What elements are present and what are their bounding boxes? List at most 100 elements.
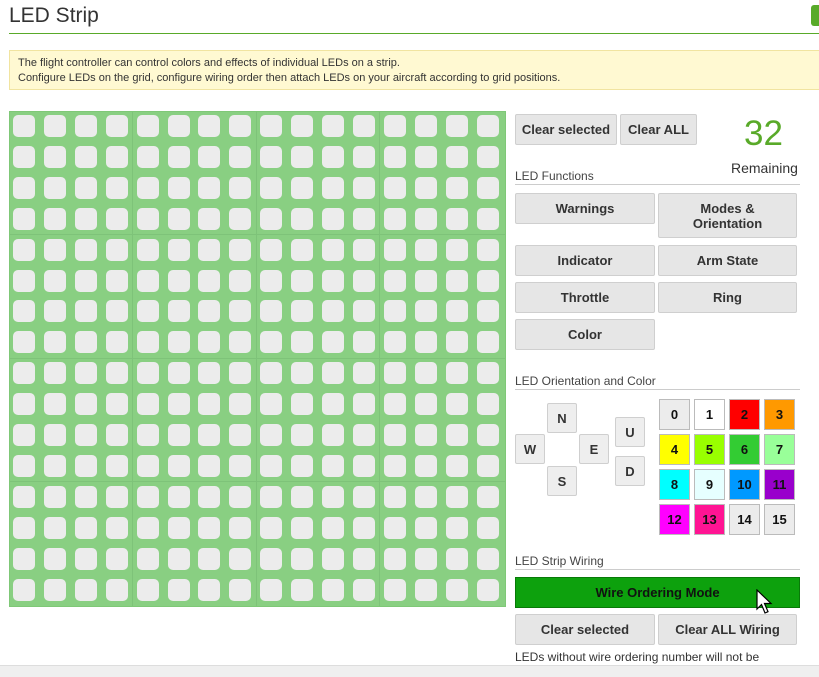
led-cell[interactable] <box>352 238 375 261</box>
led-cell[interactable] <box>13 145 35 168</box>
led-cell[interactable] <box>414 547 437 570</box>
led-cell[interactable] <box>43 115 66 137</box>
color-swatch-13[interactable]: 13 <box>694 504 725 535</box>
led-cell[interactable] <box>383 145 406 168</box>
led-cell[interactable] <box>476 207 499 230</box>
led-cell[interactable] <box>167 485 190 508</box>
led-cell[interactable] <box>291 362 314 385</box>
led-cell[interactable] <box>445 424 468 446</box>
led-cell[interactable] <box>229 300 252 323</box>
clear-all-button[interactable]: Clear ALL <box>620 114 697 145</box>
direction-north-button[interactable]: N <box>547 403 577 433</box>
led-cell[interactable] <box>167 176 190 199</box>
led-cell[interactable] <box>167 362 190 385</box>
led-cell[interactable] <box>476 269 499 292</box>
led-cell[interactable] <box>167 115 190 137</box>
led-cell[interactable] <box>414 269 437 292</box>
led-cell[interactable] <box>74 176 97 199</box>
led-cell[interactable] <box>414 331 437 354</box>
led-cell[interactable] <box>352 578 375 601</box>
direction-up-button[interactable]: U <box>615 417 645 447</box>
led-cell[interactable] <box>260 176 283 199</box>
color-swatch-1[interactable]: 1 <box>694 399 725 430</box>
led-cell[interactable] <box>352 145 375 168</box>
led-cell[interactable] <box>383 485 406 508</box>
led-cell[interactable] <box>43 362 66 385</box>
led-cell[interactable] <box>322 362 344 385</box>
led-cell[interactable] <box>229 238 252 261</box>
led-cell[interactable] <box>414 424 437 446</box>
led-cell[interactable] <box>352 115 375 137</box>
led-cell[interactable] <box>105 176 128 199</box>
led-cell[interactable] <box>352 362 375 385</box>
led-cell[interactable] <box>445 238 468 261</box>
led-cell[interactable] <box>352 424 375 446</box>
led-cell[interactable] <box>322 176 344 199</box>
led-cell[interactable] <box>476 362 499 385</box>
led-cell[interactable] <box>322 238 344 261</box>
led-cell[interactable] <box>74 238 97 261</box>
bottom-scrollbar[interactable] <box>0 665 819 677</box>
led-cell[interactable] <box>229 424 252 446</box>
led-cell[interactable] <box>476 238 499 261</box>
led-cell[interactable] <box>198 578 221 601</box>
led-cell[interactable] <box>198 331 221 354</box>
led-cell[interactable] <box>136 393 159 416</box>
led-cell[interactable] <box>229 516 252 539</box>
led-cell[interactable] <box>136 578 159 601</box>
arm-state-button[interactable]: Arm State <box>658 245 797 276</box>
led-cell[interactable] <box>445 485 468 508</box>
led-cell[interactable] <box>414 176 437 199</box>
led-cell[interactable] <box>105 331 128 354</box>
led-cell[interactable] <box>198 362 221 385</box>
led-cell[interactable] <box>414 454 437 477</box>
led-cell[interactable] <box>167 393 190 416</box>
led-cell[interactable] <box>43 269 66 292</box>
led-cell[interactable] <box>476 547 499 570</box>
led-cell[interactable] <box>74 362 97 385</box>
led-cell[interactable] <box>13 393 35 416</box>
led-cell[interactable] <box>13 300 35 323</box>
color-swatch-12[interactable]: 12 <box>659 504 690 535</box>
led-cell[interactable] <box>198 516 221 539</box>
led-cell[interactable] <box>445 516 468 539</box>
led-cell[interactable] <box>198 115 221 137</box>
led-cell[interactable] <box>43 393 66 416</box>
led-cell[interactable] <box>260 269 283 292</box>
led-cell[interactable] <box>352 207 375 230</box>
led-cell[interactable] <box>476 485 499 508</box>
led-cell[interactable] <box>260 331 283 354</box>
direction-east-button[interactable]: E <box>579 434 609 464</box>
color-swatch-2[interactable]: 2 <box>729 399 760 430</box>
color-swatch-4[interactable]: 4 <box>659 434 690 465</box>
led-cell[interactable] <box>352 176 375 199</box>
led-cell[interactable] <box>198 269 221 292</box>
led-cell[interactable] <box>43 331 66 354</box>
led-cell[interactable] <box>198 485 221 508</box>
led-cell[interactable] <box>105 269 128 292</box>
color-swatch-15[interactable]: 15 <box>764 504 795 535</box>
led-cell[interactable] <box>105 454 128 477</box>
led-cell[interactable] <box>136 145 159 168</box>
led-cell[interactable] <box>291 145 314 168</box>
wiring-clear-selected-button[interactable]: Clear selected <box>515 614 655 645</box>
led-cell[interactable] <box>229 176 252 199</box>
led-cell[interactable] <box>13 454 35 477</box>
led-cell[interactable] <box>260 547 283 570</box>
led-cell[interactable] <box>352 547 375 570</box>
led-cell[interactable] <box>229 115 252 137</box>
led-cell[interactable] <box>13 578 35 601</box>
led-cell[interactable] <box>414 300 437 323</box>
led-cell[interactable] <box>414 362 437 385</box>
led-cell[interactable] <box>43 207 66 230</box>
led-cell[interactable] <box>383 269 406 292</box>
led-cell[interactable] <box>322 454 344 477</box>
led-cell[interactable] <box>383 331 406 354</box>
led-cell[interactable] <box>229 578 252 601</box>
led-cell[interactable] <box>105 207 128 230</box>
led-cell[interactable] <box>74 331 97 354</box>
led-cell[interactable] <box>74 393 97 416</box>
led-cell[interactable] <box>229 269 252 292</box>
led-cell[interactable] <box>322 516 344 539</box>
led-cell[interactable] <box>136 300 159 323</box>
